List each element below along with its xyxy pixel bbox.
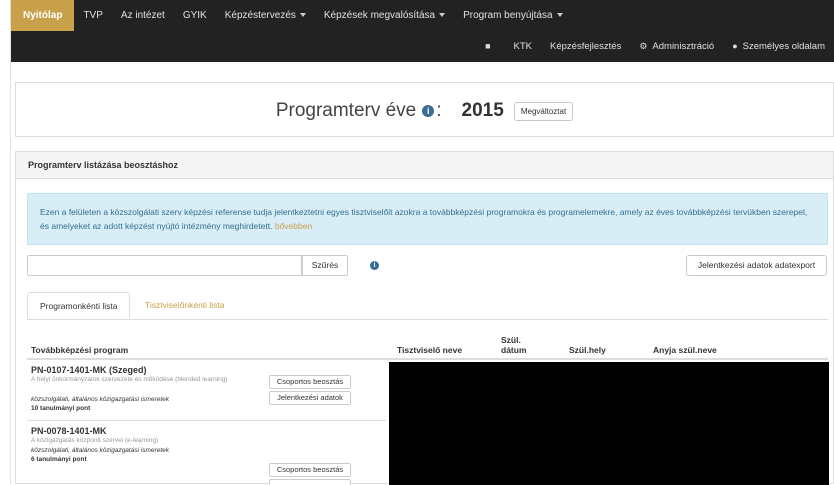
title-colon: : <box>436 100 442 121</box>
page-title: Programterv éve <box>275 100 417 121</box>
list-tabs: Programonkénti lista Tisztviselőnkénti l… <box>27 292 828 320</box>
redacted-area <box>389 362 829 485</box>
nav-submission-dropdown[interactable]: Program benyújtása <box>454 0 572 31</box>
year-panel: Programterv éve i : 2015 Megváltoztat <box>15 82 834 137</box>
nav-implementation-dropdown[interactable]: Képzések megvalósítása <box>315 0 454 31</box>
secondary-nav: ■ KTK Képzésfejlesztés ⚙ Adminisztráció ●… <box>476 31 834 62</box>
nav-submission-label: Program benyújtása <box>463 10 553 21</box>
filter-button[interactable]: Szűrés <box>302 255 348 276</box>
row-divider <box>27 420 386 421</box>
caret-down-icon <box>556 13 563 18</box>
top-navbar: Nyitólap TVP Az intézet GYIK Képzésterve… <box>11 0 834 62</box>
nav-personal[interactable]: ● Személyes oldalam <box>723 31 834 62</box>
nav-training-dev[interactable]: Képzésfejlesztés <box>541 31 630 62</box>
year-title-row: Programterv éve i : 2015 Megváltoztat <box>16 100 833 122</box>
change-year-button[interactable]: Megváltoztat <box>513 101 574 121</box>
nav-faq[interactable]: GYIK <box>174 0 216 31</box>
trophy-icon: ■ <box>485 41 491 51</box>
program-points: 10 tanulmányi pont <box>31 405 91 412</box>
nav-institute[interactable]: Az intézet <box>112 0 174 31</box>
application-data-button[interactable]: Jelentkezési adatok <box>269 391 351 405</box>
program-category: közszolgálati, általános közigazgatási i… <box>31 396 170 403</box>
main-nav: Nyitólap TVP Az intézet GYIK Képzésterve… <box>11 0 572 31</box>
page-edge <box>0 0 11 484</box>
program-list-panel: Programterv listázása beosztáshoz Ezen a… <box>15 151 834 485</box>
col-birth-date: Szül. dátum <box>501 335 527 355</box>
program-desc: A közigazgatás központi szervei (e-learn… <box>31 437 159 444</box>
info-alert: Ezen a felületen a közszolgálati szerv k… <box>27 193 828 245</box>
program-points: 6 tanulmányi pont <box>31 456 87 463</box>
filter-input[interactable] <box>27 255 302 276</box>
nav-implementation-label: Képzések megvalósítása <box>323 10 436 21</box>
nav-admin[interactable]: ⚙ Adminisztráció <box>630 31 723 62</box>
tab-program-list[interactable]: Programonkénti lista <box>27 292 131 319</box>
nav-tvp[interactable]: TVP <box>74 0 111 31</box>
panel-heading: Programterv listázása beosztáshoz <box>16 152 833 179</box>
gear-icon: ⚙ <box>639 41 648 51</box>
alert-text: Ezen a felületen a közszolgálati szerv k… <box>40 207 808 231</box>
caret-down-icon <box>439 13 446 18</box>
export-button[interactable]: Jelentkezési adatok adatexport <box>686 255 827 276</box>
nav-home[interactable]: Nyitólap <box>11 0 75 31</box>
user-icon: ● <box>732 41 738 51</box>
nav-ktk[interactable]: KTK <box>505 31 541 62</box>
selected-year: 2015 <box>461 100 504 121</box>
col-birth-place: Szül.hely <box>569 345 606 355</box>
program-code: PN-0078-1401-MK <box>31 426 107 436</box>
caret-down-icon <box>299 13 306 18</box>
nav-trophy[interactable]: ■ <box>476 31 504 62</box>
info-icon[interactable]: i <box>422 105 435 117</box>
col-program: Továbbképzési program <box>31 345 129 355</box>
group-assign-button[interactable]: Csoportos beosztás <box>269 375 351 389</box>
col-mother-name: Anyja szül.neve <box>653 345 717 355</box>
nav-personal-label: Személyes oldalam <box>742 41 825 52</box>
program-category: közszolgálati, általános közigazgatási i… <box>31 447 170 454</box>
info-icon[interactable]: i <box>370 261 379 270</box>
more-link[interactable]: bővebben <box>275 221 312 231</box>
program-desc: A helyi önkormányzatok szervezete és műk… <box>31 376 228 383</box>
group-assign-button[interactable]: Csoportos beosztás <box>269 463 351 477</box>
nav-planning-dropdown[interactable]: Képzéstervezés <box>216 0 315 31</box>
nav-admin-label: Adminisztráció <box>652 41 715 52</box>
application-data-button[interactable] <box>269 479 351 485</box>
table-header-divider <box>27 358 828 360</box>
col-official-name: Tisztviselő neve <box>397 345 463 355</box>
nav-planning-label: Képzéstervezés <box>224 10 296 21</box>
program-code: PN-0107-1401-MK (Szeged) <box>31 365 147 375</box>
tab-official-list[interactable]: Tisztviselőnkénti lista <box>133 292 237 319</box>
